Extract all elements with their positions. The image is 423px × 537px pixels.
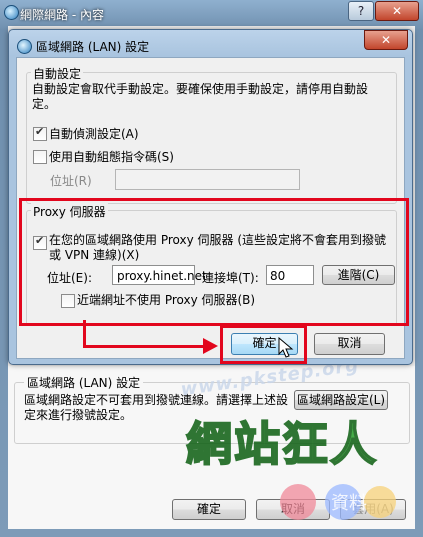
- mouse-cursor-icon: [278, 337, 294, 358]
- auto-script-label[interactable]: 使用自動組態指令碼(S): [49, 148, 174, 165]
- annotation-arrow-icon: [203, 338, 218, 354]
- watermark-logo-icon: 資料: [280, 484, 396, 520]
- outer-ok-button[interactable]: 確定: [172, 499, 246, 520]
- outer-close-button[interactable]: ✕: [375, 1, 419, 21]
- auto-script-checkbox[interactable]: [33, 150, 47, 164]
- lan-close-button[interactable]: ✕: [364, 30, 408, 50]
- auto-detect-checkbox[interactable]: [33, 125, 47, 141]
- lan-section-title: 區域網路 (LAN) 設定: [24, 374, 144, 391]
- watermark-name: 網站狂人: [185, 416, 378, 472]
- auto-detect-label[interactable]: 自動偵測設定(A): [49, 125, 139, 142]
- annotation-connector-vertical: [83, 320, 86, 348]
- cancel-button[interactable]: 取消: [314, 333, 385, 355]
- lan-dialog-title: 區域網路 (LAN) 設定: [36, 40, 150, 54]
- outer-window-title: 網際網路 - 內容: [20, 8, 104, 22]
- script-address-input[interactable]: [115, 169, 300, 190]
- help-button[interactable]: ?: [348, 1, 374, 21]
- auto-config-description: 自動設定會取代手動設定。要確保使用手動設定，請停用自動設定。: [32, 82, 369, 111]
- script-address-label: 位址(R): [50, 174, 92, 188]
- globe-icon: [17, 39, 32, 54]
- proxy-highlight-box: [19, 198, 409, 326]
- globe-icon: [4, 5, 19, 20]
- annotation-connector-horizontal: [83, 345, 205, 348]
- auto-config-title: 自動設定: [31, 65, 84, 82]
- watermark-logo-text: 資料: [331, 493, 367, 514]
- lan-settings-button[interactable]: 區域網路設定(L): [294, 390, 388, 410]
